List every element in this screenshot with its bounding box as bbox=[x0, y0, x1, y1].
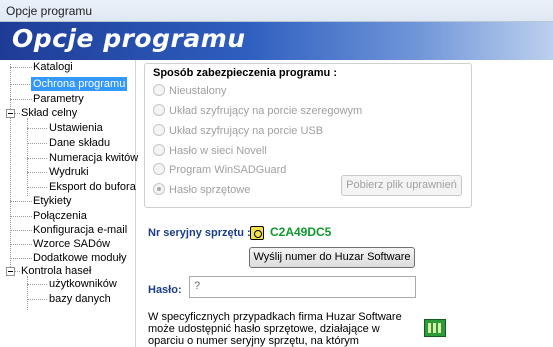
tree-item-sklad-celny[interactable]: Skład celny bbox=[21, 106, 77, 120]
info-text: W specyficznych przypadkach firma Huzar … bbox=[148, 311, 402, 347]
radio-novell[interactable]: Hasło w sieci Novell bbox=[153, 144, 267, 158]
serial-value: C2A49DC5 bbox=[270, 225, 332, 239]
options-tree: Katalogi Ochrona programu Parametry Skła… bbox=[0, 60, 138, 347]
tree-item-uzytkownikow[interactable]: użytkowników bbox=[49, 277, 117, 291]
tree-item-wydruki[interactable]: Wydruki bbox=[49, 165, 89, 179]
send-serial-button[interactable]: Wyślij numer do Huzar Software bbox=[249, 247, 415, 268]
tree-item-kontrola[interactable]: Kontrola haseł bbox=[21, 264, 91, 278]
banner: Opcje programu bbox=[0, 22, 553, 60]
key-icon bbox=[250, 226, 264, 240]
radio-dot bbox=[153, 183, 165, 195]
tree-item-ochrona[interactable]: Ochrona programu bbox=[31, 77, 128, 91]
tree-item-email[interactable]: Konfiguracja e-mail bbox=[33, 223, 127, 237]
serial-label: Nr seryjny sprzętu : bbox=[148, 227, 251, 239]
network-card-icon bbox=[424, 319, 446, 337]
download-permissions-button[interactable]: Pobierz plik uprawnień bbox=[341, 175, 462, 196]
radio-dot bbox=[153, 124, 165, 136]
tree-item-polaczenia[interactable]: Połączenia bbox=[33, 209, 87, 223]
tree-item-katalogi[interactable]: Katalogi bbox=[33, 60, 73, 74]
tree-item-bazy[interactable]: bazy danych bbox=[49, 292, 111, 306]
radio-winsadguard[interactable]: Program WinSADGuard bbox=[153, 163, 286, 177]
radio-dot bbox=[153, 84, 165, 96]
radio-dot bbox=[153, 104, 165, 116]
tree-item-ustawienia[interactable]: Ustawienia bbox=[49, 121, 103, 135]
tree-item-dane-skladu[interactable]: Dane składu bbox=[49, 136, 110, 150]
tree-item-moduly[interactable]: Dodatkowe moduły bbox=[33, 251, 127, 265]
tree-item-parametry[interactable]: Parametry bbox=[33, 92, 84, 106]
tree-item-numeracja[interactable]: Numeracja kwitów bbox=[49, 151, 138, 165]
radio-dot bbox=[153, 144, 165, 156]
password-label: Hasło: bbox=[148, 284, 182, 296]
radio-haslo-sprzetowe[interactable]: Hasło sprzętowe bbox=[153, 183, 250, 197]
tree-item-wzorce[interactable]: Wzorce SADów bbox=[33, 237, 110, 251]
radio-port-usb[interactable]: Układ szyfrujący na porcie USB bbox=[153, 124, 323, 138]
radio-port-szeregowy[interactable]: Układ szyfrujący na porcie szeregowym bbox=[153, 104, 362, 118]
collapse-kontrola-icon[interactable] bbox=[6, 267, 15, 276]
radio-nieustalony[interactable]: Nieustalony bbox=[153, 84, 226, 98]
radio-dot bbox=[153, 163, 165, 175]
banner-title: Opcje programu bbox=[12, 24, 246, 53]
window-title: Opcje programu bbox=[6, 4, 93, 18]
protection-title: Sposób zabezpieczenia programu : bbox=[153, 67, 337, 79]
window-titlebar: Opcje programu bbox=[0, 0, 553, 22]
collapse-sklad-icon[interactable] bbox=[6, 109, 15, 118]
tree-item-etykiety[interactable]: Etykiety bbox=[33, 194, 72, 208]
tree-item-eksport[interactable]: Eksport do bufora bbox=[49, 180, 136, 194]
password-input[interactable]: ? bbox=[189, 276, 416, 298]
